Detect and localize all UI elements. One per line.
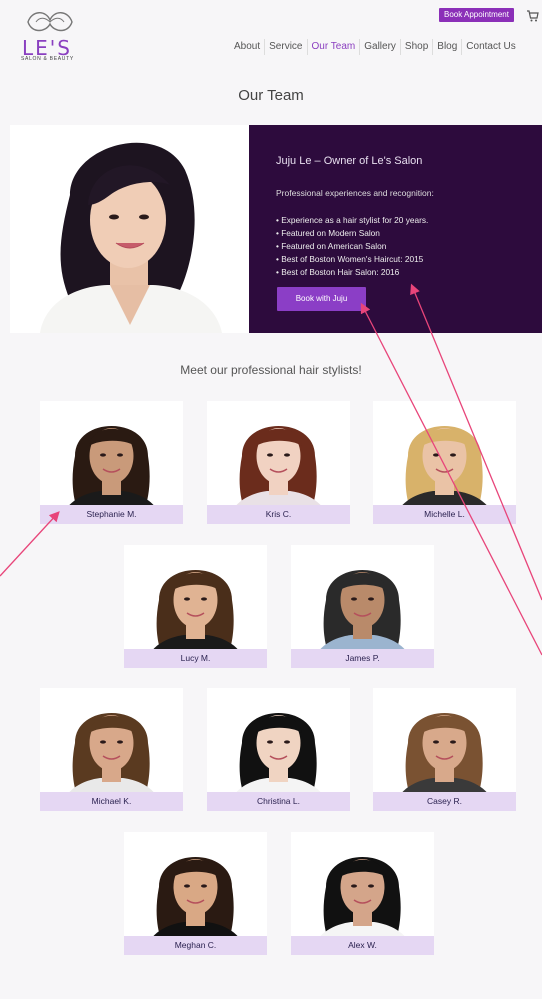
stylist-name: Alex W. [291,936,434,955]
owner-title: Juju Le – Owner of Le's Salon [276,155,423,167]
stylist-card[interactable]: Stephanie M. [40,401,183,524]
owner-info-panel: Juju Le – Owner of Le's Salon Profession… [249,125,542,333]
stylist-name: James P. [291,649,434,668]
cart-icon[interactable] [527,9,539,22]
stylist-card[interactable]: Casey R. [373,688,516,811]
achievement-item: • Experience as a hair stylist for 20 ye… [276,215,429,225]
stylist-card[interactable]: Kris C. [207,401,350,524]
book-appointment-button[interactable]: Book Appointment [439,8,514,22]
stylist-name: Lucy M. [124,649,267,668]
owner-photo [10,125,249,333]
stylist-card[interactable]: James P. [291,545,434,668]
stylist-card[interactable]: Michael K. [40,688,183,811]
owner-subtitle: Professional experiences and recognition… [276,188,434,198]
stylist-card[interactable]: Alex W. [291,832,434,955]
nav-service[interactable]: Service [264,39,306,55]
logo-ornament-icon [27,12,73,32]
stylist-card[interactable]: Lucy M. [124,545,267,668]
logo-tagline: SALON & BEAUTY [21,56,74,62]
stylist-name: Michelle L. [373,505,516,524]
achievement-item: • Featured on American Salon [276,241,387,251]
stylist-name: Casey R. [373,792,516,811]
stylist-card[interactable]: Christina L. [207,688,350,811]
achievement-item: • Featured on Modern Salon [276,228,380,238]
stylist-card[interactable]: Meghan C. [124,832,267,955]
nav-blog[interactable]: Blog [432,39,461,55]
stylist-name: Stephanie M. [40,505,183,524]
stylist-name: Kris C. [207,505,350,524]
nav-about[interactable]: About [230,39,264,55]
achievement-item: • Best of Boston Hair Salon: 2016 [276,267,400,277]
main-nav: About Service Our Team Gallery Shop Blog… [230,39,520,55]
stylist-card[interactable]: Michelle L. [373,401,516,524]
page-title: Our Team [238,87,304,104]
stylist-name: Christina L. [207,792,350,811]
stylists-heading: Meet our professional hair stylists! [180,363,362,377]
book-with-juju-button[interactable]: Book with Juju [277,287,366,311]
nav-gallery[interactable]: Gallery [359,39,400,55]
nav-contact-us[interactable]: Contact Us [461,39,519,55]
stylist-name: Michael K. [40,792,183,811]
stylist-name: Meghan C. [124,936,267,955]
achievement-item: • Best of Boston Women's Haircut: 2015 [276,254,424,264]
nav-shop[interactable]: Shop [399,39,432,55]
owner-achievements: • Experience as a hair stylist for 20 ye… [276,214,428,279]
nav-our-team[interactable]: Our Team [306,39,360,55]
